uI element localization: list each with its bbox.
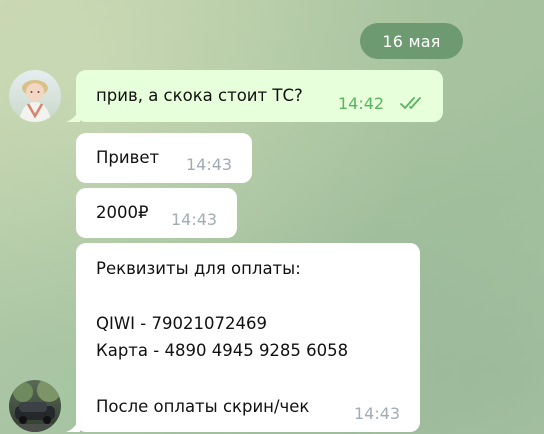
- contact-avatar[interactable]: [9, 380, 61, 432]
- message-time: 14:43: [171, 210, 218, 229]
- date-label: 16 мая: [382, 31, 441, 51]
- user-avatar[interactable]: [9, 70, 61, 122]
- message-time: 14:42: [338, 94, 385, 113]
- message-line: QIWI - 79021072469: [96, 314, 267, 333]
- message-text: Привет: [96, 148, 160, 167]
- incoming-message[interactable]: Привет 14:43: [76, 133, 252, 183]
- message-line: После оплаты скрин/чек: [96, 397, 310, 416]
- bubble-tail: [66, 418, 80, 432]
- message-text: 2000₽: [96, 203, 149, 222]
- contact-avatar-image: [9, 380, 61, 432]
- date-separator: 16 мая: [360, 23, 463, 59]
- bubble-tail: [66, 108, 80, 122]
- message-line: Реквизиты для оплаты:: [96, 259, 301, 278]
- message-time: 14:43: [354, 404, 401, 423]
- message-line: Карта - 4890 4945 9285 6058: [96, 341, 349, 360]
- incoming-message[interactable]: Реквизиты для оплаты: QIWI - 79021072469…: [76, 243, 420, 432]
- user-avatar-image: [9, 70, 61, 122]
- outgoing-message[interactable]: прив, а скока стоит ТС? 14:42: [76, 70, 443, 122]
- incoming-message[interactable]: 2000₽ 14:43: [76, 188, 237, 238]
- message-text: прив, а скока стоит ТС?: [96, 86, 303, 105]
- double-check-icon: [400, 97, 421, 109]
- message-time: 14:43: [186, 155, 233, 174]
